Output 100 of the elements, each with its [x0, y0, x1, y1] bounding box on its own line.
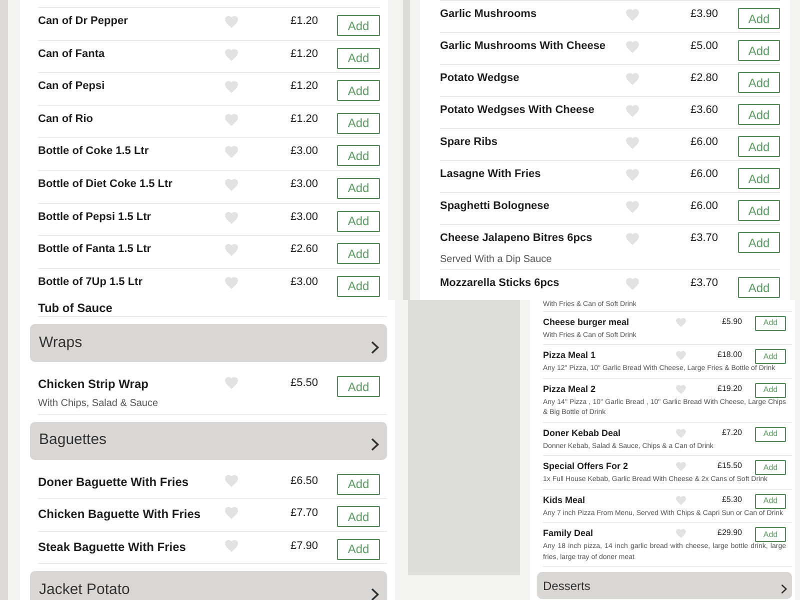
heart-icon[interactable]: [676, 428, 686, 438]
item-price: £1.20: [289, 112, 318, 127]
add-button[interactable]: Add: [337, 538, 380, 560]
add-button[interactable]: Add: [337, 276, 380, 297]
add-button[interactable]: Add: [755, 426, 786, 442]
heart-icon[interactable]: [626, 233, 639, 245]
item-description: Served With a Dip Sauce: [440, 254, 553, 266]
chevron-right-icon: [371, 588, 379, 600]
add-button[interactable]: Add: [337, 178, 380, 199]
add-button[interactable]: Add: [337, 48, 380, 69]
heart-icon[interactable]: [626, 105, 639, 117]
item-name: Lasagne With Fries: [440, 168, 542, 182]
heart-icon[interactable]: [225, 377, 238, 389]
heart-icon[interactable]: [225, 540, 238, 552]
heart-icon[interactable]: [626, 9, 639, 21]
item-price: £29.90: [716, 527, 742, 539]
item-price: £1.20: [289, 48, 318, 62]
add-button[interactable]: Add: [755, 316, 786, 330]
add-button[interactable]: Add: [738, 200, 780, 221]
heart-icon[interactable]: [225, 244, 238, 256]
add-button[interactable]: Add: [755, 349, 786, 364]
heart-icon[interactable]: [626, 137, 639, 149]
heart-icon[interactable]: [676, 384, 686, 394]
item-name: Can of Dr Pepper: [38, 15, 129, 29]
item-price: £6.00: [689, 168, 718, 182]
item-name: Kids Meal: [543, 494, 586, 506]
item-name: Spare Ribs: [440, 136, 498, 150]
heart-icon[interactable]: [676, 318, 686, 326]
heart-icon[interactable]: [676, 351, 686, 360]
item-price: £1.20: [289, 15, 318, 29]
heart-icon[interactable]: [626, 278, 639, 290]
item-name: Bottle of Fanta 1.5 Ltr: [38, 243, 152, 258]
item-name: Doner Kebab Deal: [543, 426, 622, 440]
add-button[interactable]: Add: [337, 506, 380, 527]
item-name: Cheese burger meal: [543, 316, 630, 329]
add-button[interactable]: Add: [755, 382, 786, 398]
heart-icon[interactable]: [676, 496, 686, 504]
category-header[interactable]: Wraps: [30, 324, 387, 362]
add-button[interactable]: Add: [337, 80, 380, 102]
heart-icon[interactable]: [626, 73, 639, 85]
item-price: £19.20: [716, 382, 742, 394]
add-button[interactable]: Add: [738, 72, 780, 93]
item-name: Bottle of Pepsi 1.5 Ltr: [38, 210, 152, 225]
add-button[interactable]: Add: [738, 40, 780, 61]
add-button[interactable]: Add: [738, 277, 780, 298]
item-name: Garlic Mushrooms: [440, 8, 538, 22]
item-price: £7.90: [289, 538, 318, 554]
heart-icon[interactable]: [225, 507, 238, 519]
heart-icon[interactable]: [225, 178, 238, 191]
item-name: Cheese Jalapeno Bitres 6pcs: [440, 232, 594, 246]
add-button[interactable]: Add: [337, 112, 380, 134]
add-button[interactable]: Add: [738, 8, 780, 29]
chevron-right-icon: [371, 438, 379, 451]
heart-icon[interactable]: [626, 169, 639, 181]
heart-icon[interactable]: [626, 41, 639, 53]
add-button[interactable]: Add: [337, 376, 380, 397]
item-price: £5.50: [289, 376, 318, 391]
chevron-right-icon: [371, 340, 379, 354]
add-button[interactable]: Add: [738, 232, 780, 253]
item-name: Bottle of Diet Coke 1.5 Ltr: [38, 178, 174, 192]
item-name: Garlic Mushrooms With Cheese: [440, 40, 607, 54]
add-button[interactable]: Add: [337, 210, 380, 232]
item-name: Pizza Meal 1: [543, 349, 597, 362]
add-button[interactable]: Add: [755, 494, 786, 508]
add-button[interactable]: Add: [755, 460, 786, 475]
chevron-right-icon: [781, 584, 787, 594]
heart-icon[interactable]: [225, 16, 238, 28]
add-button[interactable]: Add: [337, 474, 380, 494]
item-description: With Chips, Salad & Sauce: [38, 398, 160, 410]
item-name: Can of Rio: [38, 112, 94, 127]
add-button[interactable]: Add: [337, 243, 380, 264]
category-header[interactable]: Baguettes: [30, 422, 387, 460]
add-button[interactable]: Add: [337, 15, 380, 36]
add-button[interactable]: Add: [337, 145, 380, 166]
heart-icon[interactable]: [225, 114, 238, 126]
item-price: £3.70: [689, 277, 718, 291]
heart-icon[interactable]: [676, 462, 686, 471]
heart-icon[interactable]: [676, 529, 686, 538]
item-name: Potato Wedgse: [440, 72, 520, 86]
item-name: Bottle of 7Up 1.5 Ltr: [38, 276, 144, 290]
item-name: Tub of Sauce: [38, 300, 114, 316]
heart-icon[interactable]: [626, 201, 639, 213]
heart-icon[interactable]: [225, 474, 238, 486]
heart-icon[interactable]: [225, 212, 238, 224]
heart-icon[interactable]: [225, 48, 238, 61]
add-button[interactable]: Add: [755, 527, 786, 542]
item-price: £3.60: [689, 104, 718, 118]
item-price: £6.50: [289, 474, 318, 488]
item-name: Can of Pepsi: [38, 80, 106, 94]
category-header[interactable]: Jacket Potato: [30, 571, 387, 600]
add-button[interactable]: Add: [738, 136, 780, 157]
add-button[interactable]: Add: [738, 168, 780, 189]
item-price: £5.90: [720, 316, 742, 328]
heart-icon[interactable]: [225, 276, 238, 289]
heart-icon[interactable]: [225, 81, 238, 94]
item-name: Special Offers For 2: [543, 460, 630, 473]
add-button[interactable]: Add: [738, 104, 780, 125]
category-header[interactable]: Desserts: [537, 572, 792, 599]
item-name: Family Deal: [543, 527, 594, 540]
heart-icon[interactable]: [225, 146, 238, 158]
